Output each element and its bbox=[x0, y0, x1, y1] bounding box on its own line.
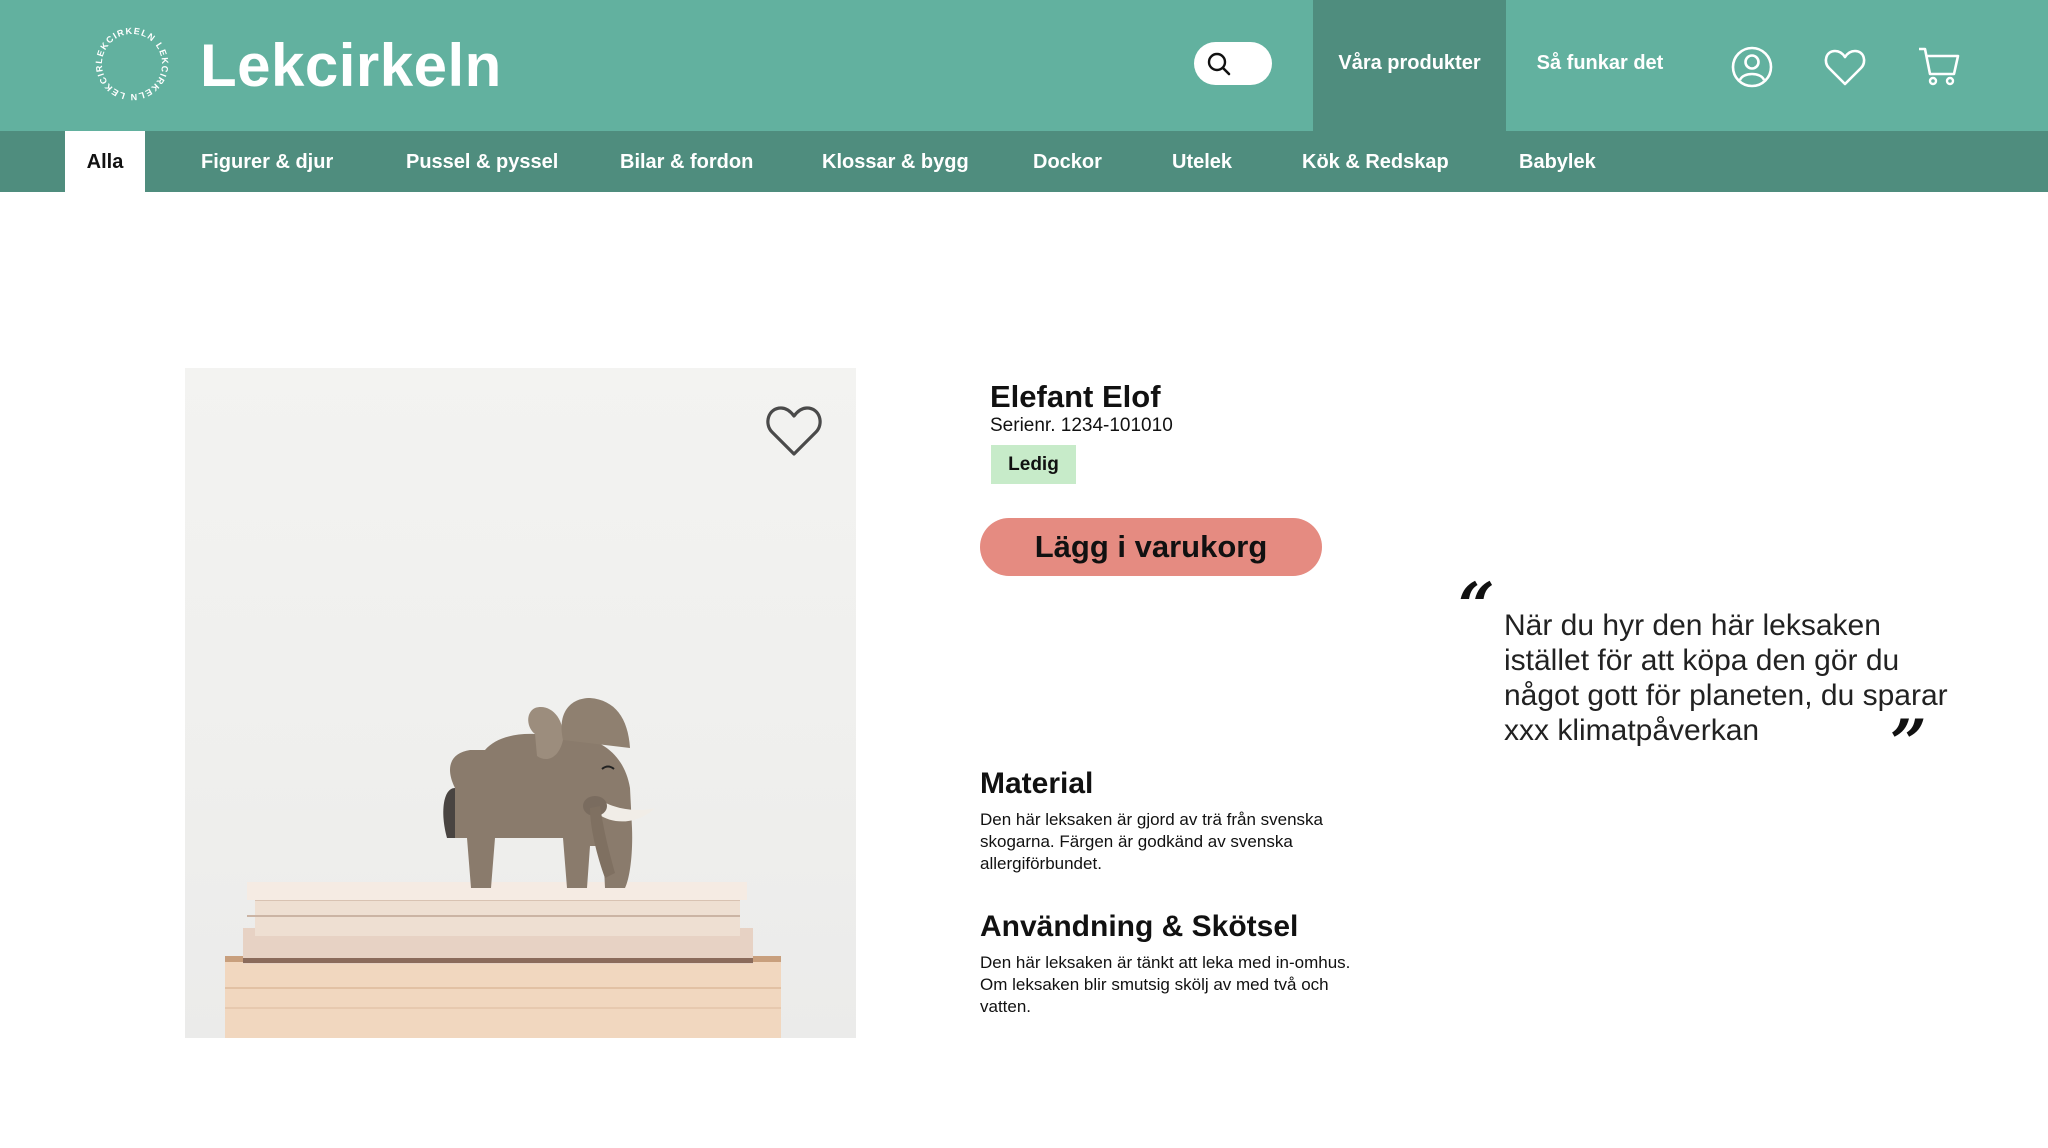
brand-name[interactable]: Lekcirkeln bbox=[200, 28, 502, 104]
product-title: Elefant Elof bbox=[990, 379, 1161, 414]
material-text: Den här leksaken är gjord av trä från sv… bbox=[980, 810, 1324, 873]
product-image bbox=[185, 368, 856, 1038]
category-dolls[interactable]: Dockor bbox=[1033, 131, 1102, 192]
elephant-photo bbox=[225, 698, 781, 1038]
category-figures-animals[interactable]: Figurer & djur bbox=[201, 131, 333, 192]
search-icon bbox=[1207, 52, 1231, 76]
favorite-heart-icon[interactable] bbox=[764, 404, 824, 463]
status-badge: Ledig bbox=[991, 445, 1076, 484]
category-blocks-building[interactable]: Klossar & bygg bbox=[822, 131, 969, 192]
care-text: Den här leksaken är tänkt att leka med i… bbox=[980, 953, 1351, 1016]
category-kitchen-tools[interactable]: Kök & Redskap bbox=[1302, 131, 1449, 192]
quote-open-mark: “ bbox=[1458, 569, 1495, 644]
nav-how-it-works[interactable]: Så funkar det bbox=[1506, 0, 1694, 131]
top-header: LEKCIRKELN LEKCIRKELN LEKCIRKELN Lekcirk… bbox=[0, 0, 2048, 131]
category-all[interactable]: Alla bbox=[65, 131, 145, 192]
search-button[interactable] bbox=[1194, 42, 1272, 85]
heart-icon[interactable] bbox=[1822, 44, 1868, 90]
add-to-cart-button[interactable]: Lägg i varukorg bbox=[980, 518, 1322, 576]
user-icon[interactable] bbox=[1729, 44, 1775, 90]
svg-text:LEKCIRKELN LEKCIRKELN LEKCIRKE: LEKCIRKELN LEKCIRKELN LEKCIRKELN bbox=[92, 24, 170, 102]
category-puzzles-crafts[interactable]: Pussel & pyssel bbox=[406, 131, 558, 192]
category-baby[interactable]: Babylek bbox=[1519, 131, 1596, 192]
logo-icon[interactable]: LEKCIRKELN LEKCIRKELN LEKCIRKELN bbox=[88, 16, 172, 104]
category-bar: Alla Figurer & djur Pussel & pyssel Bila… bbox=[0, 131, 2048, 192]
serial-number: Serienr. 1234-101010 bbox=[990, 415, 1173, 436]
category-outdoor[interactable]: Utelek bbox=[1172, 131, 1232, 192]
care-heading: Användning & Skötsel bbox=[980, 910, 1299, 943]
category-cars-vehicles[interactable]: Bilar & fordon bbox=[620, 131, 753, 192]
quote-close-mark: ” bbox=[1890, 706, 1927, 781]
cart-icon[interactable] bbox=[1916, 44, 1962, 90]
nav-products[interactable]: Våra produkter bbox=[1313, 0, 1506, 131]
material-heading: Material bbox=[980, 767, 1094, 800]
